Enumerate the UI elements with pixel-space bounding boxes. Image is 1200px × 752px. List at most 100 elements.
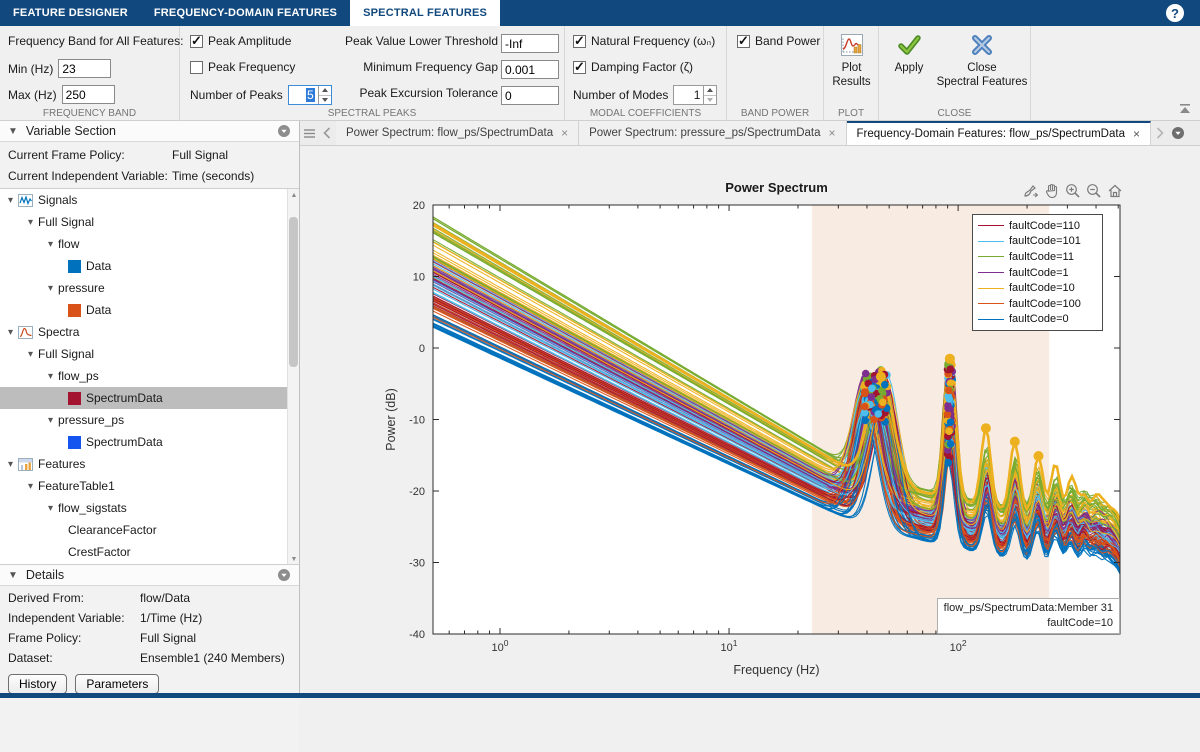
collapse-arrow-icon[interactable]: ▼ bbox=[8, 570, 18, 581]
tab-options-icon[interactable] bbox=[1169, 121, 1187, 145]
details-info: Derived From: flow/Data Independent Variab… bbox=[0, 586, 299, 670]
zoom-out-icon[interactable] bbox=[1085, 182, 1102, 199]
history-button[interactable]: History bbox=[8, 674, 68, 694]
tabs-scroll-left-icon[interactable] bbox=[318, 121, 336, 145]
expander-icon[interactable]: ▾ bbox=[8, 459, 13, 470]
peak-threshold-field[interactable] bbox=[501, 34, 559, 53]
export-plot-icon[interactable] bbox=[1022, 182, 1039, 199]
tree-item-flow-sigstats[interactable]: ▾ flow_sigstats bbox=[0, 497, 299, 519]
tree-item-label: flow_ps bbox=[58, 369, 99, 383]
close-tab-icon[interactable]: × bbox=[561, 126, 568, 140]
tree-item-featuretable1[interactable]: ▾ FeatureTable1 bbox=[0, 475, 299, 497]
apply-button[interactable]: Apply bbox=[883, 32, 935, 75]
ribbon-tab-frequency-domain-features[interactable]: FREQUENCY-DOMAIN FEATURES bbox=[141, 0, 350, 26]
damping-factor-checkbox[interactable] bbox=[573, 59, 586, 75]
tree-item-full-signal[interactable]: ▾ Full Signal bbox=[0, 343, 299, 365]
collapse-arrow-icon[interactable]: ▼ bbox=[8, 126, 18, 137]
tree-item-full-signal[interactable]: ▾ Full Signal bbox=[0, 211, 299, 233]
tree-item-clearancefactor[interactable]: ClearanceFactor bbox=[0, 519, 299, 541]
svg-text:-20: -20 bbox=[409, 486, 425, 498]
plot-results-button[interactable]: Plot Results bbox=[824, 32, 879, 89]
stepper-down-icon[interactable] bbox=[704, 96, 716, 105]
tree-item-label: SpectrumData bbox=[86, 435, 163, 449]
number-of-modes-stepper[interactable]: 1 bbox=[673, 85, 718, 105]
frequency-band-section-label: FREQUENCY BAND bbox=[42, 108, 137, 119]
document-tab-label: Power Spectrum: pressure_ps/SpectrumData bbox=[589, 127, 821, 139]
home-icon[interactable] bbox=[1106, 182, 1123, 199]
pan-icon[interactable] bbox=[1043, 182, 1060, 199]
data-tip-member: flow_ps/SpectrumData:Member 31 bbox=[943, 602, 1113, 614]
tree-item-pressure[interactable]: ▾ pressure bbox=[0, 277, 299, 299]
legend-entry: faultCode=10 bbox=[978, 280, 1097, 296]
detail-value: Ensemble1 (240 Members) bbox=[140, 651, 285, 665]
close-tab-icon[interactable]: × bbox=[829, 126, 836, 140]
tree-item-data[interactable]: Data bbox=[0, 255, 299, 277]
expander-icon[interactable]: ▾ bbox=[48, 371, 53, 382]
tree-item-pressure-ps[interactable]: ▾ pressure_ps bbox=[0, 409, 299, 431]
tree-item-data[interactable]: Data bbox=[0, 299, 299, 321]
legend-label: faultCode=101 bbox=[1009, 235, 1081, 248]
legend-line-swatch bbox=[978, 225, 1004, 227]
help-icon[interactable]: ? bbox=[1166, 4, 1184, 22]
document-list-icon[interactable] bbox=[300, 121, 318, 145]
window-bottom-accent bbox=[0, 693, 1200, 698]
expander-icon[interactable]: ▾ bbox=[48, 283, 53, 294]
variable-section-header[interactable]: ▼ Variable Section bbox=[0, 121, 299, 142]
expander-icon[interactable]: ▾ bbox=[48, 239, 53, 250]
collapse-toolstrip-icon[interactable] bbox=[1178, 103, 1192, 114]
panel-options-icon[interactable] bbox=[277, 568, 291, 582]
tree-item-spectrumdata[interactable]: SpectrumData bbox=[0, 387, 299, 409]
legend-label: faultCode=10 bbox=[1009, 282, 1075, 295]
tree-item-flow-ps[interactable]: ▾ flow_ps bbox=[0, 365, 299, 387]
natural-frequency-checkbox[interactable] bbox=[573, 33, 586, 49]
band-power-checkbox[interactable] bbox=[737, 33, 750, 49]
document-tab[interactable]: Power Spectrum: flow_ps/SpectrumData × bbox=[336, 121, 580, 145]
expander-icon[interactable]: ▾ bbox=[28, 217, 33, 228]
zoom-in-icon[interactable] bbox=[1064, 182, 1081, 199]
min-hz-field[interactable] bbox=[58, 59, 112, 78]
color-swatch bbox=[68, 435, 81, 449]
expander-icon[interactable]: ▾ bbox=[48, 503, 53, 514]
peak-excursion-label: Peak Excursion Tolerance bbox=[359, 86, 498, 100]
peak-threshold-label: Peak Value Lower Threshold bbox=[345, 34, 498, 48]
parameters-button[interactable]: Parameters bbox=[75, 674, 160, 694]
expander-icon[interactable]: ▾ bbox=[28, 481, 33, 492]
ribbon-tab-feature-designer[interactable]: FEATURE DESIGNER bbox=[0, 0, 141, 26]
expander-icon[interactable]: ▾ bbox=[8, 327, 13, 338]
max-hz-field[interactable] bbox=[61, 85, 115, 104]
tree-item-signals[interactable]: ▾ Signals bbox=[0, 189, 299, 211]
tree-item-crestfactor[interactable]: CrestFactor bbox=[0, 541, 299, 563]
band-power-section-label: BAND POWER bbox=[740, 108, 810, 119]
section-band-power: Band Power BAND POWER bbox=[727, 26, 824, 121]
tabs-scroll-right-icon[interactable] bbox=[1151, 121, 1169, 145]
document-tab[interactable]: Frequency-Domain Features: flow_ps/Spect… bbox=[846, 121, 1151, 145]
ribbon-tab-spectral-features[interactable]: SPECTRAL FEATURES bbox=[350, 0, 501, 26]
details-header[interactable]: ▼ Details bbox=[0, 565, 299, 586]
stepper-up-icon[interactable] bbox=[704, 86, 717, 96]
expander-icon[interactable]: ▾ bbox=[28, 349, 33, 360]
details-title: Details bbox=[25, 568, 65, 582]
tree-item-flow[interactable]: ▾ flow bbox=[0, 233, 299, 255]
scrollbar-thumb[interactable] bbox=[289, 217, 298, 367]
peak-excursion-field[interactable] bbox=[501, 86, 559, 105]
plot-legend[interactable]: faultCode=110 faultCode=101 faultCode=11 fa… bbox=[972, 214, 1103, 332]
expander-icon[interactable]: ▾ bbox=[8, 195, 13, 206]
expander-icon[interactable]: ▾ bbox=[48, 415, 53, 426]
plot-results-icon bbox=[840, 34, 863, 56]
legend-entry: faultCode=100 bbox=[978, 296, 1097, 312]
close-spectral-features-button[interactable]: Close Spectral Features bbox=[935, 32, 1029, 89]
tree-item-spectra[interactable]: ▾ Spectra bbox=[0, 321, 299, 343]
document-tab-bar: Power Spectrum: flow_ps/SpectrumData × Pow… bbox=[300, 121, 1200, 146]
close-tab-icon[interactable]: × bbox=[1133, 127, 1140, 141]
data-tip[interactable]: flow_ps/SpectrumData:Member 31 faultCode… bbox=[936, 598, 1120, 634]
natural-frequency-label: Natural Frequency (ωₙ) bbox=[591, 34, 716, 48]
tree-item-label: SpectrumData bbox=[86, 391, 163, 405]
legend-entry: faultCode=110 bbox=[978, 218, 1097, 234]
panel-options-icon[interactable] bbox=[277, 124, 291, 138]
min-frequency-gap-field[interactable] bbox=[501, 60, 559, 79]
document-tab[interactable]: Power Spectrum: pressure_ps/SpectrumData… bbox=[579, 121, 847, 145]
tree-item-features[interactable]: ▾ Features bbox=[0, 453, 299, 475]
power-spectrum-figure[interactable]: 100 101 102 20 10 0 -10 -20 -30 -40 Power Spectrum… bbox=[300, 146, 1200, 693]
frequency-band-title: Frequency Band for All Features: bbox=[8, 34, 184, 48]
tree-item-spectrumdata[interactable]: SpectrumData bbox=[0, 431, 299, 453]
